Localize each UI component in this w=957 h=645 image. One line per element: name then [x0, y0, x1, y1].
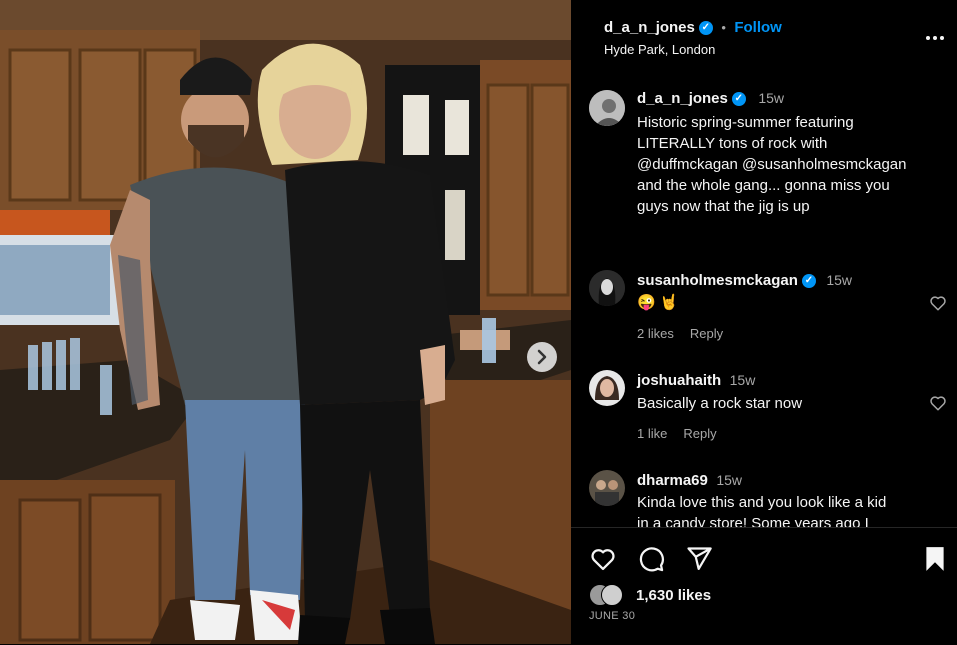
comment-item: dharma69 15w Kinda love this and you loo… — [571, 470, 957, 527]
avatar[interactable] — [589, 90, 625, 126]
comment-likes[interactable]: 2 likes — [637, 326, 674, 341]
comment-icon[interactable] — [637, 545, 665, 578]
caption-text: Historic spring-summer featuring LITERAL… — [637, 112, 947, 217]
reply-button[interactable]: Reply — [683, 426, 716, 441]
comment-text: 😜 🤘 — [637, 294, 679, 311]
caption-line: and the whole gang... gonna miss you — [637, 177, 890, 194]
bookmark-icon[interactable] — [922, 545, 948, 578]
caption-time: 15w — [758, 90, 785, 106]
comment-time: 15w — [729, 372, 756, 388]
comment-item: joshuahaith 15w Basically a rock star no… — [571, 370, 957, 450]
comment-username[interactable]: joshuahaith — [637, 372, 721, 389]
post-actions-footer: 1,630 likes JUNE 30 — [571, 527, 957, 645]
reply-button[interactable]: Reply — [690, 326, 723, 341]
heart-icon[interactable] — [929, 294, 947, 317]
more-icon[interactable] — [924, 30, 946, 46]
post-side-panel: d_a_n_jones ✓ • Follow Hyde Park, London … — [571, 0, 957, 645]
share-icon[interactable] — [685, 545, 713, 578]
location-link[interactable]: Hyde Park, London — [604, 42, 715, 57]
comment-item: susanholmesmckagan ✓ 15w 😜 🤘 2 likes Reply — [571, 270, 957, 350]
follow-button[interactable]: Follow — [734, 19, 782, 36]
next-arrow-icon[interactable] — [527, 342, 557, 372]
verified-icon: ✓ — [698, 20, 713, 35]
author-username[interactable]: d_a_n_jones — [604, 19, 695, 36]
comment-text: Kinda love this and you look like a kid … — [637, 492, 937, 527]
comment-line: Kinda love this and you look like a kid — [637, 494, 887, 511]
post-header: d_a_n_jones ✓ • Follow Hyde Park, London — [571, 0, 957, 70]
comment-text: Basically a rock star now — [637, 395, 803, 412]
avatar — [601, 584, 623, 606]
separator-dot: • — [721, 20, 726, 35]
likers-avatars[interactable] — [589, 584, 623, 606]
comment-likes[interactable]: 1 like — [637, 426, 667, 441]
photo-illustration — [0, 0, 571, 644]
verified-icon: ✓ — [801, 273, 816, 288]
comment-username[interactable]: susanholmesmckagan — [637, 272, 798, 289]
post-photo — [0, 0, 571, 644]
comment-username[interactable]: dharma69 — [637, 472, 708, 489]
caption-line: Historic spring-summer featuring — [637, 114, 854, 131]
post-date[interactable]: JUNE 30 — [589, 610, 635, 622]
comment-time: 15w — [716, 472, 743, 488]
comment-meta: 1 like Reply — [637, 426, 733, 441]
comment-meta: 2 likes Reply — [637, 326, 739, 341]
avatar[interactable] — [589, 470, 625, 506]
heart-icon[interactable] — [929, 394, 947, 417]
comment-time: 15w — [826, 272, 853, 288]
comment-line: in a candy store! Some years ago I — [637, 515, 869, 527]
caption-line: guys now that the jig is up — [637, 198, 810, 215]
avatar[interactable] — [589, 370, 625, 406]
caption-username[interactable]: d_a_n_jones — [637, 90, 728, 107]
caption-line: @duffmckagan @susanholmesmckagan — [637, 156, 907, 173]
likes-count[interactable]: 1,630 likes — [636, 587, 711, 604]
heart-icon[interactable] — [589, 545, 617, 578]
avatar[interactable] — [589, 270, 625, 306]
caption-line: LITERALLY tons of rock with — [637, 135, 828, 152]
verified-icon: ✓ — [731, 91, 746, 106]
